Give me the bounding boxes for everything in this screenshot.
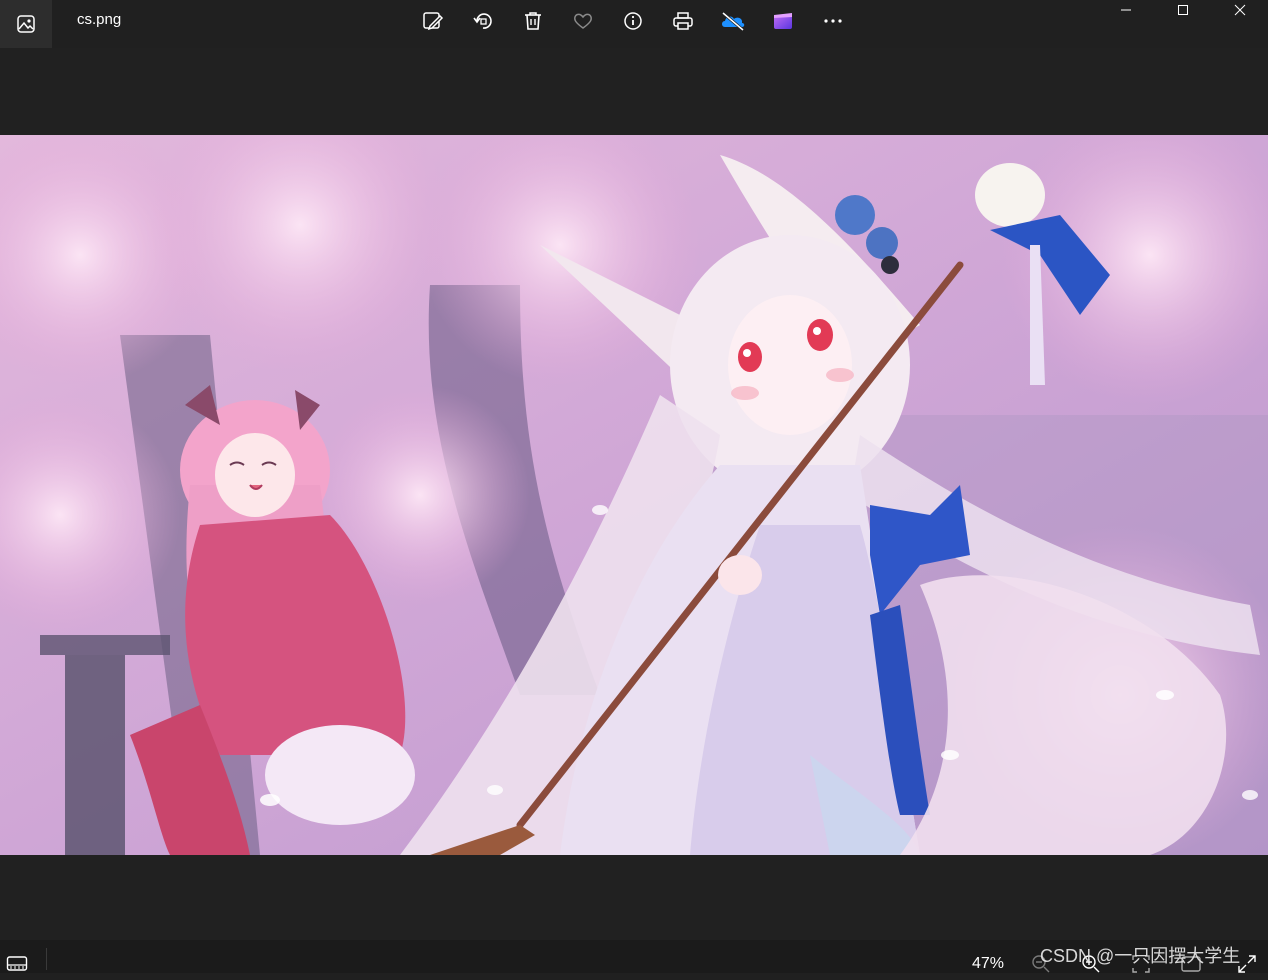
favorite-icon: [574, 13, 592, 29]
close-icon: [1234, 4, 1245, 16]
displayed-image: [0, 135, 1268, 855]
watermark-text: CSDN @一只因摆大学生: [1040, 946, 1241, 966]
delete-icon: [525, 12, 541, 30]
clipchamp-button[interactable]: [770, 8, 796, 34]
filmstrip-icon: [6, 956, 28, 971]
onedrive-off-icon: [722, 11, 745, 32]
more-options-button[interactable]: [820, 8, 846, 34]
print-icon: [673, 12, 693, 30]
info-icon: [624, 12, 642, 30]
title-bar: cs.png: [0, 0, 1268, 48]
maximize-button[interactable]: [1154, 0, 1211, 20]
clipchamp-icon: [774, 13, 792, 29]
onedrive-button[interactable]: [720, 8, 746, 34]
print-button[interactable]: [670, 8, 696, 34]
zoom-level: 47%: [972, 955, 1005, 972]
edit-image-icon: [423, 12, 444, 31]
toolbar: [420, 8, 846, 34]
edit-image-button[interactable]: [420, 8, 446, 34]
more-icon: [824, 19, 842, 23]
photos-app-button[interactable]: [0, 0, 52, 48]
rotate-icon: [473, 13, 492, 29]
minimize-icon: [1120, 9, 1131, 11]
photos-app-icon: [17, 15, 35, 33]
minimize-button[interactable]: [1097, 0, 1154, 20]
favorite-button[interactable]: [570, 8, 596, 34]
filmstrip-button[interactable]: [6, 954, 28, 977]
rotate-button[interactable]: [470, 8, 496, 34]
delete-button[interactable]: [520, 8, 546, 34]
anime-artwork-illustration: [0, 135, 1268, 855]
info-button[interactable]: [620, 8, 646, 34]
window-controls: [1097, 0, 1268, 20]
maximize-icon: [1177, 5, 1188, 15]
status-divider: [46, 948, 47, 970]
file-name: cs.png: [77, 11, 122, 28]
close-button[interactable]: [1211, 0, 1268, 20]
